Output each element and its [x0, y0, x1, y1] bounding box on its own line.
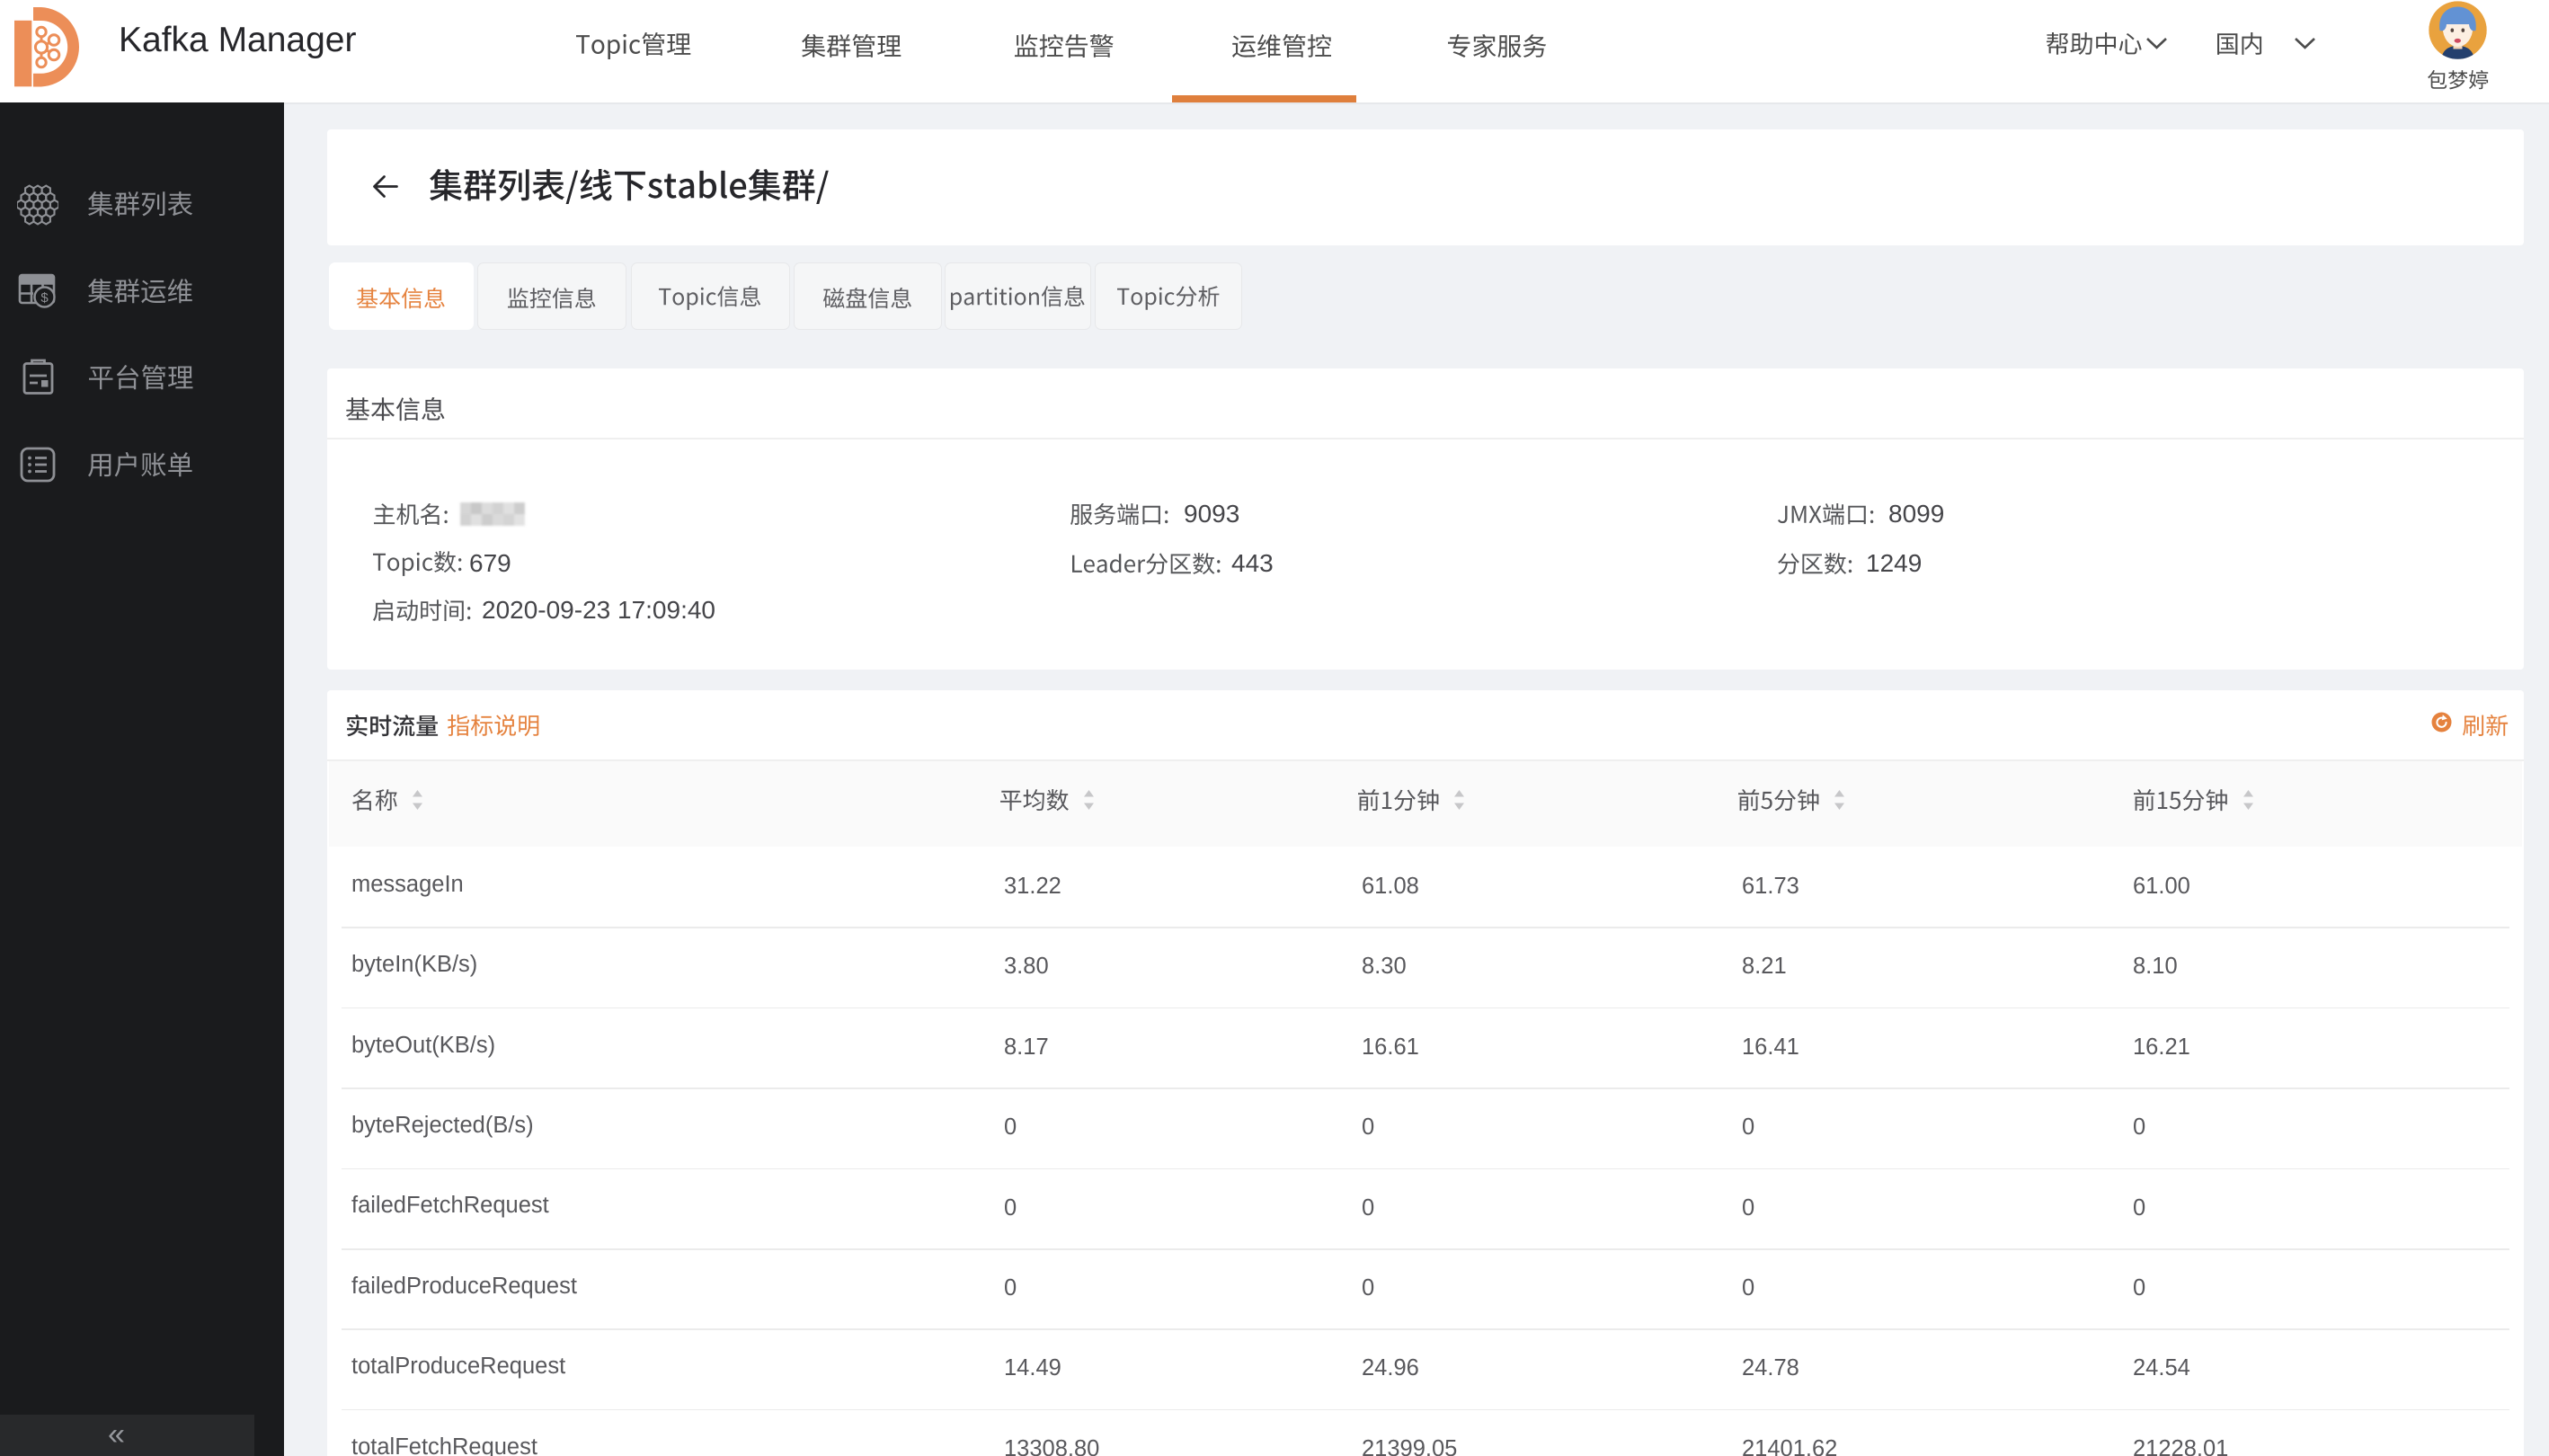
svg-text:$: $ [40, 290, 49, 306]
